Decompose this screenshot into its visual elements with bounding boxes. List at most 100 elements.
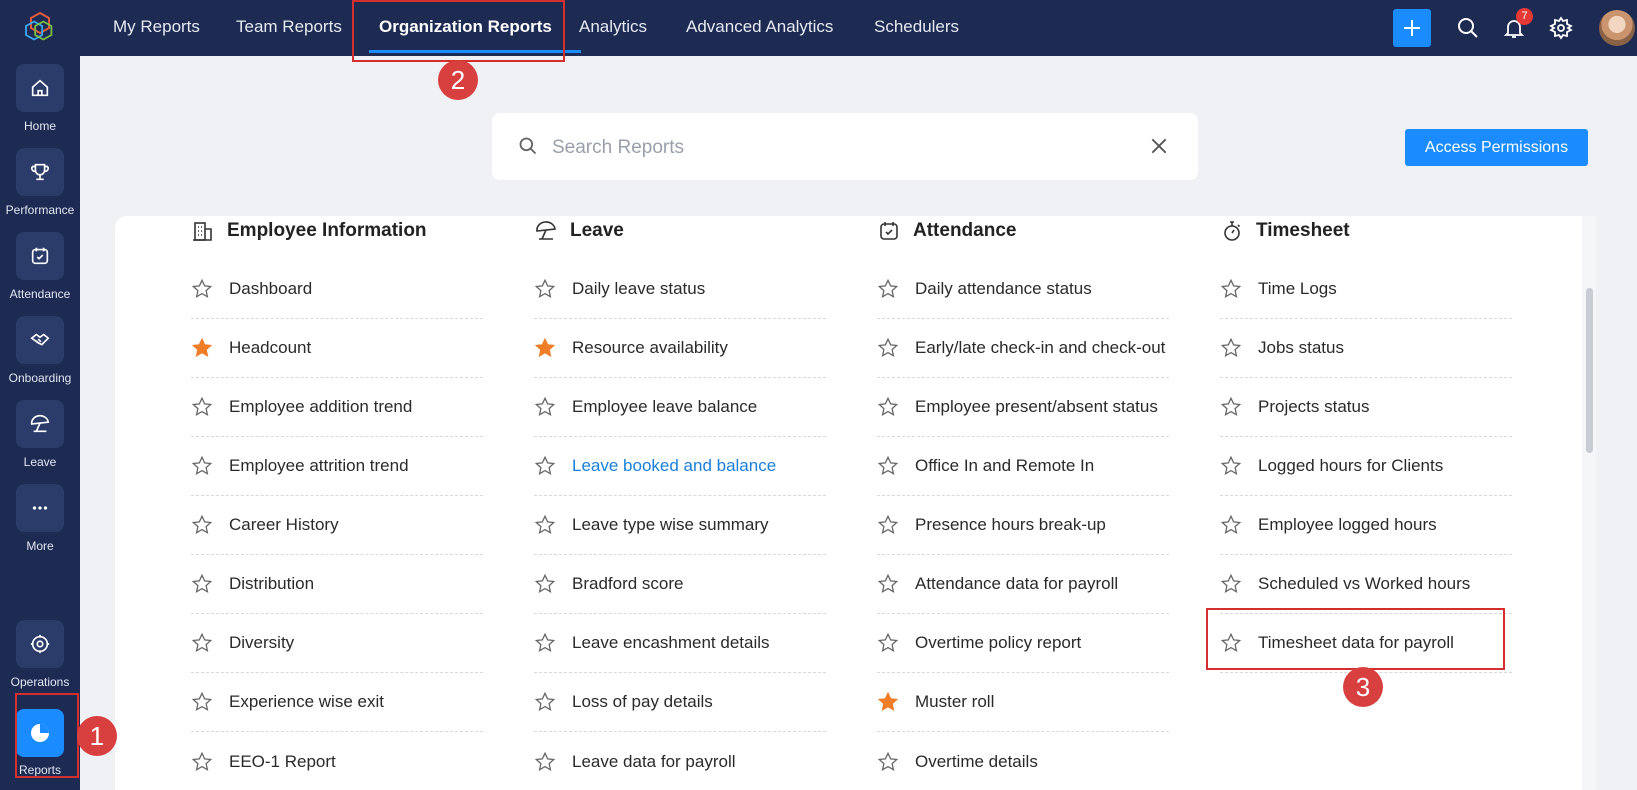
- report-item[interactable]: Overtime policy report: [877, 614, 1169, 673]
- star-icon[interactable]: [191, 514, 213, 536]
- report-label[interactable]: Time Logs: [1258, 279, 1337, 299]
- report-item[interactable]: Projects status: [1220, 378, 1512, 437]
- star-icon[interactable]: [534, 514, 556, 536]
- star-icon[interactable]: [1220, 514, 1242, 536]
- report-label[interactable]: Employee present/absent status: [915, 397, 1158, 417]
- star-icon[interactable]: [877, 514, 899, 536]
- star-icon[interactable]: [877, 751, 899, 773]
- report-item[interactable]: Diversity: [191, 614, 483, 673]
- report-item[interactable]: Office In and Remote In: [877, 437, 1169, 496]
- star-icon[interactable]: [191, 573, 213, 595]
- tab-analytics[interactable]: Analytics: [579, 0, 647, 56]
- report-label[interactable]: Employee leave balance: [572, 397, 757, 417]
- star-icon[interactable]: [191, 455, 213, 477]
- star-icon[interactable]: [877, 573, 899, 595]
- report-item[interactable]: Leave type wise summary: [534, 496, 826, 555]
- star-icon[interactable]: [877, 455, 899, 477]
- report-item[interactable]: Leave data for payroll: [534, 732, 826, 790]
- report-label[interactable]: Office In and Remote In: [915, 456, 1094, 476]
- report-item[interactable]: Dashboard: [191, 260, 483, 319]
- report-item[interactable]: Attendance data for payroll: [877, 555, 1169, 614]
- report-item[interactable]: Employee logged hours: [1220, 496, 1512, 555]
- star-icon[interactable]: [534, 396, 556, 418]
- report-item[interactable]: Muster roll: [877, 673, 1169, 732]
- report-item[interactable]: Bradford score: [534, 555, 826, 614]
- star-filled-icon[interactable]: [877, 691, 899, 713]
- sidebar-item-operations[interactable]: Operations: [0, 620, 80, 689]
- report-label[interactable]: Scheduled vs Worked hours: [1258, 574, 1470, 594]
- report-label[interactable]: Presence hours break-up: [915, 515, 1106, 535]
- star-icon[interactable]: [191, 632, 213, 654]
- report-label[interactable]: Overtime policy report: [915, 633, 1081, 653]
- report-label[interactable]: Muster roll: [915, 692, 994, 712]
- search-input[interactable]: [550, 131, 1114, 165]
- sidebar-item-attendance[interactable]: Attendance: [0, 232, 80, 301]
- report-item[interactable]: Employee attrition trend: [191, 437, 483, 496]
- report-label[interactable]: Resource availability: [572, 338, 728, 358]
- search-icon[interactable]: [1456, 16, 1480, 40]
- report-item[interactable]: Overtime details: [877, 732, 1169, 790]
- star-filled-icon[interactable]: [191, 337, 213, 359]
- report-label[interactable]: Early/late check-in and check-out: [915, 338, 1165, 358]
- star-icon[interactable]: [191, 278, 213, 300]
- star-icon[interactable]: [534, 278, 556, 300]
- sidebar-item-onboarding[interactable]: Onboarding: [0, 316, 80, 385]
- report-label[interactable]: Leave booked and balance: [572, 456, 776, 476]
- star-icon[interactable]: [877, 632, 899, 654]
- report-item[interactable]: Loss of pay details: [534, 673, 826, 732]
- report-label[interactable]: Loss of pay details: [572, 692, 713, 712]
- report-label[interactable]: Career History: [229, 515, 339, 535]
- star-icon[interactable]: [534, 691, 556, 713]
- report-label[interactable]: Distribution: [229, 574, 314, 594]
- sidebar-item-performance[interactable]: Performance: [0, 148, 80, 217]
- star-icon[interactable]: [191, 396, 213, 418]
- report-label[interactable]: EEO-1 Report: [229, 752, 336, 772]
- report-label[interactable]: Headcount: [229, 338, 311, 358]
- tab-my-reports[interactable]: My Reports: [113, 0, 200, 56]
- report-item[interactable]: Logged hours for Clients: [1220, 437, 1512, 496]
- report-label[interactable]: Employee logged hours: [1258, 515, 1437, 535]
- report-item[interactable]: Early/late check-in and check-out: [877, 319, 1169, 378]
- star-icon[interactable]: [877, 278, 899, 300]
- report-item[interactable]: Career History: [191, 496, 483, 555]
- report-item[interactable]: Daily leave status: [534, 260, 826, 319]
- star-icon[interactable]: [877, 396, 899, 418]
- tab-advanced-analytics[interactable]: Advanced Analytics: [686, 0, 833, 56]
- scrollbar-thumb[interactable]: [1586, 288, 1593, 453]
- report-label[interactable]: Dashboard: [229, 279, 312, 299]
- star-icon[interactable]: [534, 573, 556, 595]
- sidebar-item-leave[interactable]: Leave: [0, 400, 80, 469]
- sidebar-item-more[interactable]: More: [0, 484, 80, 553]
- close-icon[interactable]: [1149, 136, 1169, 156]
- report-item[interactable]: Leave encashment details: [534, 614, 826, 673]
- report-label[interactable]: Bradford score: [572, 574, 684, 594]
- report-label[interactable]: Employee attrition trend: [229, 456, 409, 476]
- app-logo-icon[interactable]: [22, 10, 58, 46]
- tab-schedulers[interactable]: Schedulers: [874, 0, 959, 56]
- report-item[interactable]: Resource availability: [534, 319, 826, 378]
- report-label[interactable]: Diversity: [229, 633, 294, 653]
- report-item[interactable]: Experience wise exit: [191, 673, 483, 732]
- report-item[interactable]: Employee present/absent status: [877, 378, 1169, 437]
- star-icon[interactable]: [191, 691, 213, 713]
- report-label[interactable]: Experience wise exit: [229, 692, 384, 712]
- report-label[interactable]: Jobs status: [1258, 338, 1344, 358]
- star-icon[interactable]: [1220, 278, 1242, 300]
- star-icon[interactable]: [534, 632, 556, 654]
- report-item[interactable]: Jobs status: [1220, 319, 1512, 378]
- report-item[interactable]: Headcount: [191, 319, 483, 378]
- report-label[interactable]: Projects status: [1258, 397, 1370, 417]
- report-item[interactable]: Distribution: [191, 555, 483, 614]
- avatar[interactable]: [1599, 10, 1635, 46]
- report-label[interactable]: Daily attendance status: [915, 279, 1092, 299]
- star-icon[interactable]: [1220, 396, 1242, 418]
- report-label[interactable]: Leave encashment details: [572, 633, 770, 653]
- report-label[interactable]: Leave type wise summary: [572, 515, 769, 535]
- star-icon[interactable]: [1220, 455, 1242, 477]
- report-item[interactable]: Leave booked and balance: [534, 437, 826, 496]
- tab-team-reports[interactable]: Team Reports: [236, 0, 342, 56]
- report-item[interactable]: Daily attendance status: [877, 260, 1169, 319]
- report-item[interactable]: Time Logs: [1220, 260, 1512, 319]
- report-item[interactable]: Employee addition trend: [191, 378, 483, 437]
- star-icon[interactable]: [534, 455, 556, 477]
